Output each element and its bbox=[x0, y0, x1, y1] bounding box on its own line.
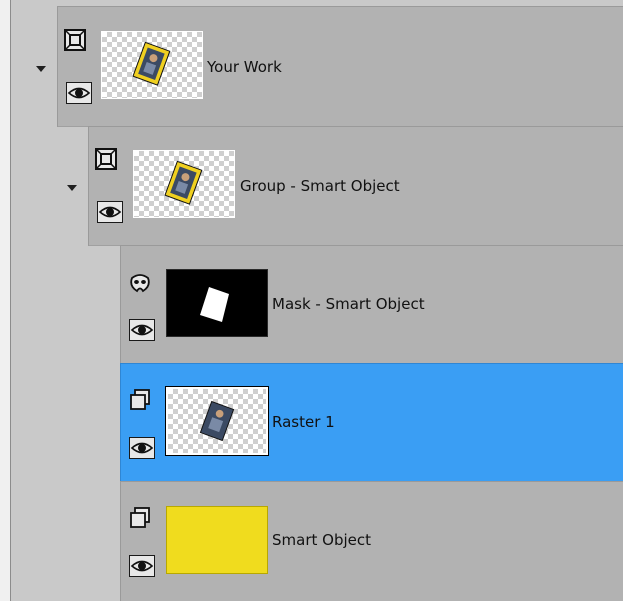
layer-name: Smart Object bbox=[272, 531, 371, 549]
expand-triangle-icon[interactable] bbox=[36, 66, 46, 72]
color-swatch-thumbnail bbox=[166, 506, 268, 574]
layer-thumbnail bbox=[133, 150, 235, 218]
eye-icon[interactable] bbox=[66, 82, 92, 104]
layer-name: Mask - Smart Object bbox=[272, 295, 425, 313]
eye-icon[interactable] bbox=[129, 555, 155, 577]
layer-name: Your Work bbox=[207, 58, 282, 76]
layer-thumbnail bbox=[101, 31, 203, 99]
eye-icon[interactable] bbox=[129, 319, 155, 341]
mask-icon bbox=[129, 272, 151, 294]
eye-icon[interactable] bbox=[129, 437, 155, 459]
layer-name: Raster 1 bbox=[272, 413, 335, 431]
eye-icon[interactable] bbox=[97, 201, 123, 223]
panel-left-margin bbox=[0, 0, 10, 601]
raster-layer-icon bbox=[129, 389, 151, 411]
layer-thumbnail bbox=[165, 386, 269, 456]
expand-triangle-icon[interactable] bbox=[67, 185, 77, 191]
mask-thumbnail bbox=[166, 269, 268, 337]
group-frame-icon bbox=[95, 148, 117, 170]
group-frame-icon bbox=[64, 29, 86, 51]
layer-name: Group - Smart Object bbox=[240, 177, 400, 195]
raster-layer-icon bbox=[129, 507, 151, 529]
